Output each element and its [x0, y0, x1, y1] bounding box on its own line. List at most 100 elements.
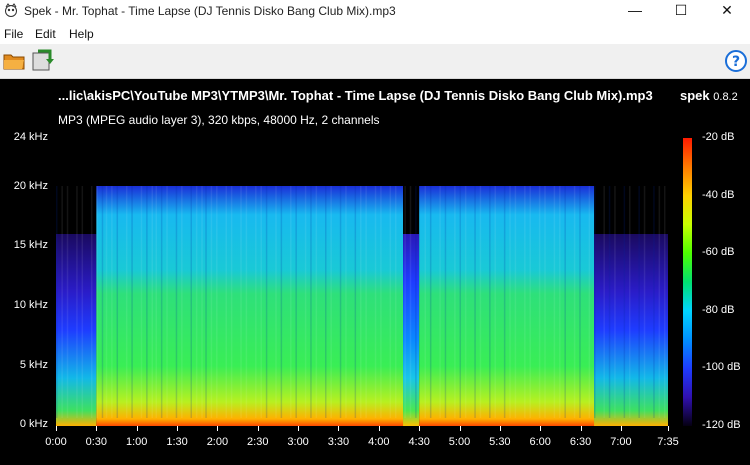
texture-line [579, 186, 581, 418]
texture-line [573, 186, 576, 418]
help-icon[interactable]: ? [724, 49, 748, 73]
x-tick-label: 6:30 [569, 436, 592, 448]
db-tick-120: -120 dB [702, 419, 741, 431]
texture-line [514, 186, 517, 418]
texture-line [374, 186, 377, 418]
spek-app-icon [5, 3, 17, 17]
x-tick-label: 5:30 [489, 436, 511, 448]
maximize-button[interactable]: ☐ [658, 0, 704, 22]
texture-line [304, 186, 307, 418]
texture-line [389, 186, 392, 418]
menu-help[interactable]: Help [69, 27, 94, 41]
save-icon[interactable] [30, 49, 54, 73]
texture-line [404, 186, 406, 418]
x-tick-mark [459, 426, 461, 431]
texture-line [628, 186, 631, 418]
texture-line [216, 186, 218, 418]
x-tick-mark [620, 426, 622, 431]
window-title: Spek - Mr. Tophat - Time Lapse (DJ Tenni… [24, 4, 396, 18]
x-tick-mark [298, 426, 300, 431]
spectrogram-canvas [56, 186, 668, 426]
texture-line [155, 186, 158, 418]
texture-line [195, 186, 198, 418]
texture-line [131, 186, 133, 418]
spectrogram-bands [56, 186, 668, 426]
x-tick-mark [56, 426, 57, 431]
texture-line [66, 186, 69, 418]
menu-bar: File Edit Help [0, 22, 750, 44]
menu-edit[interactable]: Edit [35, 27, 56, 41]
texture-line [225, 186, 227, 418]
texture-line [588, 186, 591, 418]
x-tick-label: 5:00 [448, 436, 471, 448]
texture-line [151, 186, 153, 418]
x-tick-mark [378, 426, 380, 431]
texture-line [280, 186, 283, 418]
menu-file[interactable]: File [4, 27, 23, 41]
texture-line [175, 186, 178, 418]
x-tick-label: 2:00 [206, 436, 229, 448]
minimize-button[interactable]: — [612, 0, 658, 22]
texture-line [260, 186, 262, 418]
db-tick-20: -20 dB [702, 131, 735, 143]
color-scale-bar [683, 138, 692, 426]
texture-line [415, 186, 417, 418]
texture-line [653, 186, 655, 418]
y-tick-15: 15 kHz [13, 239, 48, 251]
texture-line [454, 186, 456, 418]
texture-line [359, 186, 362, 418]
texture-line [166, 186, 168, 418]
window-titlebar: Spek - Mr. Tophat - Time Lapse (DJ Tenni… [0, 0, 750, 22]
texture-line [509, 186, 511, 418]
texture-line [81, 186, 84, 418]
texture-line [111, 186, 113, 418]
y-tick-20: 20 kHz [13, 180, 48, 192]
texture-line [160, 186, 163, 418]
texture-line [623, 186, 626, 418]
x-tick-label: 4:30 [408, 436, 430, 448]
texture-line [365, 186, 367, 418]
x-tick-label: 3:30 [327, 436, 350, 448]
texture-line [265, 186, 268, 418]
texture-line [240, 186, 242, 418]
file-path: ...lic\akisPC\YouTube MP3\YTMP3\Mr. Toph… [58, 88, 653, 103]
x-tick-mark [257, 426, 259, 431]
texture-line [125, 186, 128, 418]
texture-line [339, 186, 342, 418]
texture-line [205, 186, 207, 418]
texture-line [354, 186, 357, 418]
app-name: spek [680, 88, 710, 103]
texture-line [96, 186, 98, 418]
texture-line [429, 186, 432, 418]
texture-line [230, 186, 233, 418]
x-tick-label: 3:00 [287, 436, 309, 448]
texture-line [489, 186, 491, 418]
texture-line [544, 186, 546, 418]
db-tick-100: -100 dB [702, 361, 741, 373]
close-button[interactable]: ✕ [704, 0, 750, 22]
texture-line [444, 186, 447, 418]
texture-line [439, 186, 441, 418]
x-tick-label: 7:35 [657, 436, 679, 448]
texture-line [394, 186, 397, 418]
texture-line [638, 186, 640, 418]
x-tick-label: 7:00 [610, 436, 632, 448]
x-tick-label: 1:30 [166, 436, 188, 448]
x-tick-label: 0:00 [45, 436, 67, 448]
x-tick-mark [136, 426, 138, 431]
toolbar: ? [0, 44, 750, 79]
y-tick-0: 0 kHz [19, 418, 48, 430]
spectrogram [56, 138, 668, 426]
texture-line [56, 186, 58, 418]
folder-icon[interactable] [2, 49, 26, 73]
texture-line [295, 186, 297, 418]
x-tick-mark [580, 426, 582, 431]
x-tick-label: 1:00 [125, 436, 148, 448]
texture-line [503, 186, 506, 418]
texture-line [76, 186, 78, 418]
spectrogram-section-1 [96, 186, 404, 426]
y-tick-5: 5 kHz [19, 359, 48, 371]
db-tick-40: -40 dB [702, 189, 735, 201]
texture-line [105, 186, 108, 418]
texture-line [255, 186, 257, 418]
